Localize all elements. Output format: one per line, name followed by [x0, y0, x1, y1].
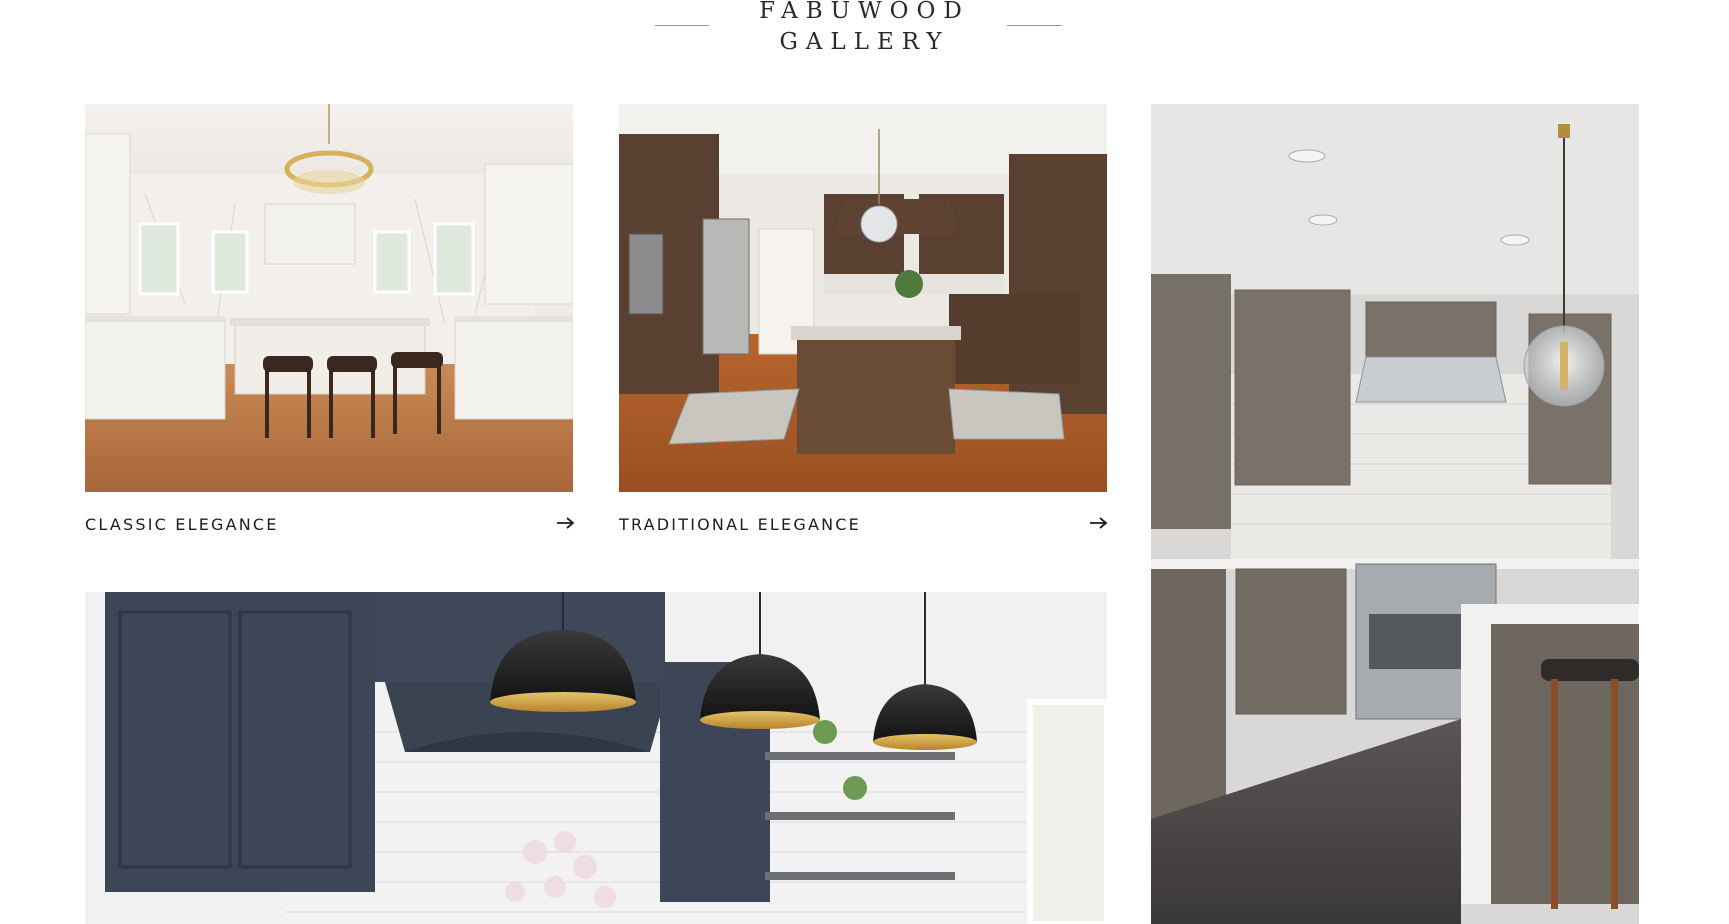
arrow-right-icon[interactable] [557, 517, 575, 529]
classic-elegance-label[interactable]: CLASSIC ELEGANCE [85, 515, 279, 534]
navy-kitchen-image[interactable] [85, 592, 1107, 924]
gallery-title-line-1: FABUWOOD [759, 0, 970, 24]
traditional-elegance-image[interactable] [619, 104, 1107, 492]
arrow-right-icon[interactable] [1090, 517, 1108, 529]
traditional-elegance-label[interactable]: TRADITIONAL ELEGANCE [619, 515, 861, 534]
title-rule-right [1007, 25, 1062, 26]
title-rule-left [655, 25, 709, 26]
classic-elegance-image[interactable] [85, 104, 573, 492]
gallery-title-line-2: GALLERY [779, 29, 950, 55]
grey-kitchen-image[interactable] [1151, 104, 1639, 924]
